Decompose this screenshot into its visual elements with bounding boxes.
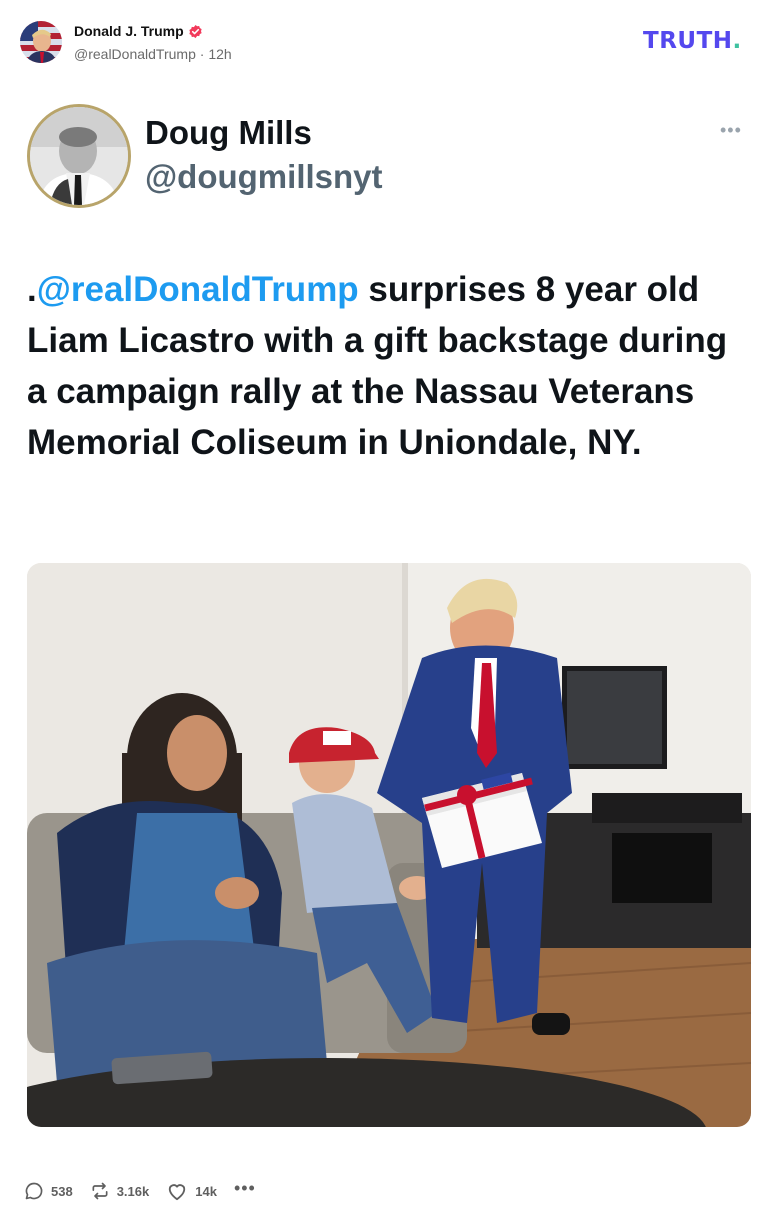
post-timestamp[interactable]: 12h bbox=[208, 46, 231, 62]
like-button[interactable]: 14k bbox=[166, 1181, 217, 1201]
retruth-count: 3.16k bbox=[116, 1183, 150, 1199]
embedded-post-image[interactable]: Doug Mills @dougmillsnyt ••• .@realDonal… bbox=[20, 88, 757, 1158]
author-handle[interactable]: @realDonaldTrump bbox=[74, 46, 196, 62]
author-name-row[interactable]: Donald J. Trump bbox=[74, 23, 203, 39]
author-name[interactable]: Donald J. Trump bbox=[74, 23, 184, 39]
reply-icon bbox=[25, 1182, 43, 1200]
heart-icon bbox=[169, 1184, 186, 1201]
embed-photo bbox=[27, 563, 751, 1127]
post-header: Donald J. Trump @realDonaldTrump · 12h T… bbox=[0, 0, 777, 80]
reply-count: 538 bbox=[51, 1183, 73, 1199]
embed-more-icon: ••• bbox=[720, 120, 742, 140]
brand-dot: . bbox=[732, 28, 742, 54]
meta-separator: · bbox=[199, 46, 205, 62]
embed-text-prefix: . bbox=[27, 270, 37, 309]
author-meta: @realDonaldTrump · 12h bbox=[74, 46, 232, 62]
brand-word: TRUTH bbox=[643, 28, 733, 54]
author-avatar[interactable] bbox=[20, 21, 62, 63]
retruth-button[interactable]: 3.16k bbox=[90, 1181, 150, 1201]
retruth-icon bbox=[92, 1182, 108, 1200]
verified-badge-icon bbox=[188, 24, 203, 39]
embed-author-handle: @dougmillsnyt bbox=[145, 158, 383, 195]
embed-post-text: .@realDonaldTrump surprises 8 year old L… bbox=[27, 264, 737, 468]
post-actions: 538 3.16k 14k ••• bbox=[24, 1177, 256, 1205]
like-count: 14k bbox=[195, 1183, 217, 1199]
embed-author-name: Doug Mills bbox=[145, 114, 312, 151]
more-options-icon[interactable]: ••• bbox=[234, 1178, 256, 1199]
embed-mention: @realDonaldTrump bbox=[36, 270, 359, 309]
truth-logo[interactable]: TRUTH. bbox=[643, 28, 742, 54]
embed-avatar bbox=[27, 104, 131, 208]
reply-button[interactable]: 538 bbox=[24, 1181, 73, 1201]
